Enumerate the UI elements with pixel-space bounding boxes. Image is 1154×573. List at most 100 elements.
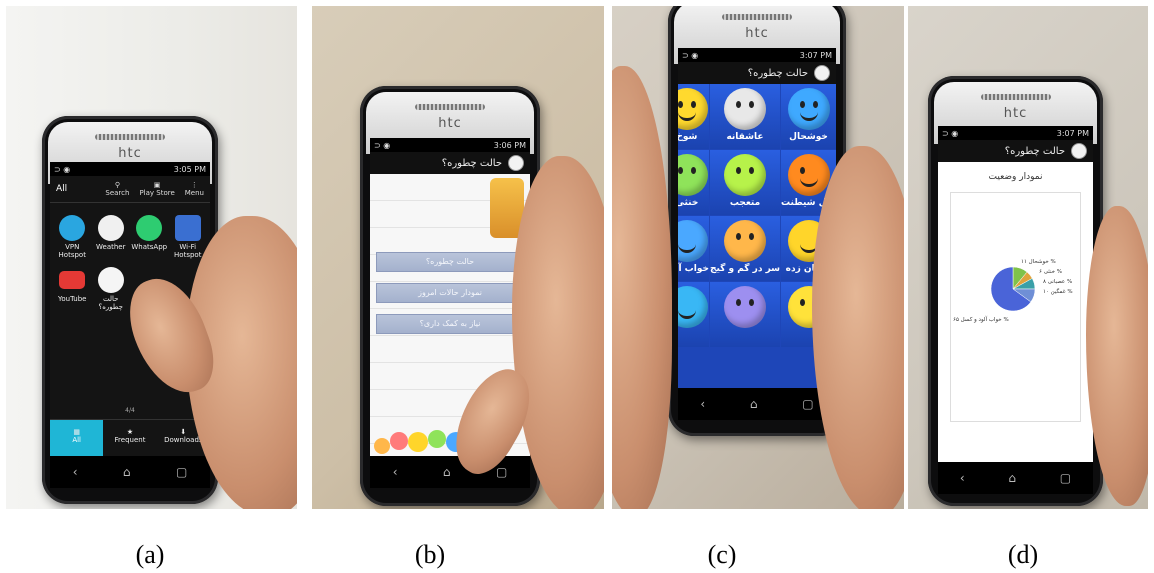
status-bar: ⊃ ◉ 3:06 PM	[370, 138, 530, 152]
emoji-face-icon	[374, 438, 390, 454]
smiley-icon	[814, 65, 830, 81]
phone-d: htc ⊃ ◉ 3:07 PM حالت چطوره؟ نمودار وضعیت…	[928, 76, 1103, 506]
mood-neutral[interactable]: خنثی	[678, 150, 709, 215]
app-whatsapp[interactable]: WhatsApp	[131, 215, 168, 259]
search-icon: ⚲	[114, 181, 120, 189]
slice-label: غمگین ۱۰ %	[1043, 289, 1073, 295]
home-icon[interactable]: ⌂	[1008, 471, 1016, 485]
wifi-hotspot-icon	[174, 215, 201, 241]
mood-playful[interactable]: شوخ	[678, 84, 709, 149]
phone-brand-logo: htc	[1003, 106, 1028, 121]
happy-face-icon	[787, 88, 830, 130]
launcher-filter-label[interactable]: All	[56, 184, 67, 194]
phone-brand-logo: htc	[118, 146, 142, 161]
youtube-icon	[59, 271, 86, 290]
thinking-face-icon	[723, 88, 766, 130]
emoji-face-icon	[390, 432, 408, 450]
app-wifi-hotspot[interactable]: Wi-Fi Hotspot	[170, 215, 207, 259]
launcher-dock: ▦ All ★ Frequent ⬇ Downloads	[50, 419, 210, 456]
grid-icon: ▦	[73, 428, 80, 436]
hand-left	[612, 66, 672, 509]
notification-icons: ⊃ ◉	[682, 50, 699, 60]
speaker-grille	[415, 104, 485, 110]
caption-a: (a)	[135, 540, 165, 569]
photo-panel-d: htc ⊃ ◉ 3:07 PM حالت چطوره؟ نمودار وضعیت…	[908, 6, 1148, 509]
confused-face-icon	[723, 220, 766, 262]
vpn-hotspot-icon	[59, 215, 86, 241]
status-clock: 3:05 PM	[173, 164, 206, 174]
page-indicator: 4/4	[125, 407, 135, 414]
status-clock: 3:07 PM	[1056, 128, 1089, 138]
daily-mood-chart-button[interactable]: نمودار حالات امروز	[376, 283, 524, 303]
back-icon[interactable]: ‹	[960, 471, 965, 485]
status-clock: 3:06 PM	[493, 140, 526, 150]
app-vpn-hotspot[interactable]: VPN Hotspot	[54, 215, 91, 259]
app-title-bar: حالت چطوره؟	[370, 152, 530, 174]
mood-confused[interactable]: سر در گم و گیج	[709, 216, 781, 281]
search-button[interactable]: ⚲ Search	[105, 181, 129, 197]
emoji-face-icon	[408, 432, 428, 452]
status-clock: 3:07 PM	[799, 50, 832, 60]
recents-icon[interactable]: ▢	[176, 465, 187, 479]
notification-icons: ⊃ ◉	[54, 164, 71, 174]
slice-label: خوشحال ۱۱ %	[1021, 259, 1056, 265]
winking-face-icon	[787, 154, 830, 196]
speaker-grille	[980, 94, 1051, 100]
android-nav-bar: ‹ ⌂ ▢	[370, 456, 530, 488]
app-youtube[interactable]: YouTube	[54, 267, 91, 311]
mood-loving[interactable]: عاشقانه	[709, 84, 781, 149]
bag-icon: ▣	[153, 181, 161, 189]
speaker-grille	[722, 14, 792, 20]
emoji-face-icon	[428, 430, 446, 448]
pie-chart	[990, 266, 1036, 312]
star-icon: ★	[126, 428, 134, 436]
mood-chart-screen: نمودار وضعیت خوشحال ۱۱ % خنثی ۶ % عصبانی…	[938, 162, 1093, 462]
status-bar: ⊃ ◉ 3:07 PM	[678, 48, 836, 62]
mood-happy[interactable]: خوشحال	[781, 84, 836, 149]
launcher-header: All ⚲ Search ▣ Play Store ⋮ Menu	[50, 176, 210, 203]
back-icon[interactable]: ‹	[393, 465, 398, 479]
recents-icon[interactable]: ▢	[1060, 471, 1071, 485]
whatsapp-icon	[136, 215, 163, 241]
recents-icon[interactable]: ▢	[802, 397, 813, 411]
photo-panel-a: htc ⊃ ◉ 3:05 PM All ⚲ Search ▣ Play Store …	[6, 6, 297, 509]
phone-brand-logo: htc	[745, 26, 769, 41]
screen-c: ⊃ ◉ 3:07 PM حالت چطوره؟ خوشحال عاشقانه ش…	[678, 48, 836, 420]
back-icon[interactable]: ‹	[73, 465, 78, 479]
back-icon[interactable]: ‹	[700, 397, 705, 411]
slice-label: خنثی ۶ %	[1039, 269, 1063, 275]
play-store-button[interactable]: ▣ Play Store	[139, 181, 174, 197]
weather-cloud-icon	[97, 215, 124, 241]
need-help-button[interactable]: نیاز به کمک داری؟	[376, 314, 524, 334]
app-weather[interactable]: Weather	[93, 215, 130, 259]
dock-all-button[interactable]: ▦ All	[50, 420, 104, 456]
mood-calm[interactable]	[678, 282, 709, 347]
neutral-face-icon	[678, 154, 708, 196]
app-mood-tracker[interactable]: حالت چطوره؟	[93, 267, 130, 311]
menu-button[interactable]: ⋮ Menu	[185, 181, 204, 197]
calm-face-icon	[678, 286, 708, 328]
status-bar: ⊃ ◉ 3:05 PM	[50, 162, 210, 176]
hand-right	[812, 146, 904, 509]
app-title-bar: حالت چطوره؟	[938, 140, 1093, 162]
home-icon[interactable]: ⌂	[750, 397, 758, 411]
sleepy-face-icon	[678, 220, 708, 262]
home-icon[interactable]: ⌂	[123, 465, 131, 479]
mood-surprised[interactable]: متعجب	[709, 150, 781, 215]
screen-d: ⊃ ◉ 3:07 PM حالت چطوره؟ نمودار وضعیت خوش…	[938, 126, 1093, 494]
dock-frequent-button[interactable]: ★ Frequent	[103, 420, 156, 456]
app-title: حالت چطوره؟	[747, 67, 808, 79]
how-are-you-button[interactable]: حالت چطوره؟	[376, 252, 524, 272]
status-bar: ⊃ ◉ 3:07 PM	[938, 126, 1093, 140]
tongue-face-icon	[678, 88, 708, 130]
home-icon[interactable]: ⌂	[443, 465, 451, 479]
android-nav-bar: ‹ ⌂ ▢	[938, 462, 1093, 494]
chart-title: نمودار وضعیت	[988, 172, 1043, 182]
mood-sleepy[interactable]: خواب آلود	[678, 216, 709, 281]
phone-brand-logo: htc	[438, 116, 462, 131]
recents-icon[interactable]: ▢	[496, 465, 507, 479]
android-nav-bar: ‹ ⌂ ▢	[50, 456, 210, 488]
mood-sad[interactable]	[709, 282, 781, 347]
smiley-icon	[508, 155, 524, 171]
app-title: حالت چطوره؟	[1004, 145, 1065, 157]
